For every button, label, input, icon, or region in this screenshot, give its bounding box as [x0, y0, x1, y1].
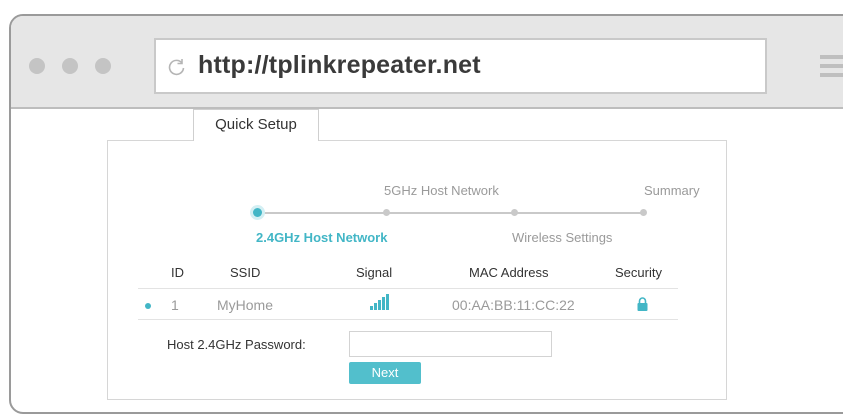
lock-icon: [637, 297, 648, 311]
step-label-wireless: Wireless Settings: [512, 230, 613, 245]
column-header-id: ID: [171, 265, 184, 280]
signal-strength-icon: [370, 294, 390, 310]
step-dot-5g: [383, 209, 390, 216]
row-ssid: MyHome: [217, 297, 274, 313]
selected-row-indicator: [145, 303, 151, 309]
table-divider: [138, 288, 678, 289]
reload-icon[interactable]: [168, 58, 186, 76]
next-button[interactable]: Next: [349, 362, 421, 384]
url-text[interactable]: http://tplinkrepeater.net: [198, 51, 481, 80]
row-mac-address: 00:AA:BB:11:CC:22: [452, 297, 575, 313]
stepper-track: [258, 212, 644, 214]
row-id: 1: [171, 297, 179, 313]
password-label: Host 2.4GHz Password:: [167, 337, 306, 352]
column-header-security: Security: [615, 265, 662, 280]
step-label-5g: 5GHz Host Network: [384, 183, 499, 198]
window-control-dot[interactable]: [29, 58, 45, 74]
column-header-signal: Signal: [356, 265, 393, 280]
window-control-dot[interactable]: [95, 58, 111, 74]
step-label-2g: 2.4GHz Host Network: [256, 230, 388, 245]
address-bar[interactable]: http://tplinkrepeater.net: [154, 38, 767, 94]
browser-toolbar: http://tplinkrepeater.net: [11, 16, 843, 109]
window-control-dot[interactable]: [62, 58, 78, 74]
step-label-summary: Summary: [644, 183, 700, 198]
hamburger-menu-icon[interactable]: [820, 55, 843, 77]
step-dot-wireless: [511, 209, 518, 216]
column-header-ssid: SSID: [230, 265, 261, 280]
step-dot-summary: [640, 209, 647, 216]
table-divider: [138, 319, 678, 320]
host-password-input[interactable]: [349, 331, 552, 357]
step-dot-2g: [253, 208, 262, 217]
column-header-mac: MAC Address: [469, 265, 549, 280]
tab-quick-setup[interactable]: Quick Setup: [193, 109, 319, 141]
